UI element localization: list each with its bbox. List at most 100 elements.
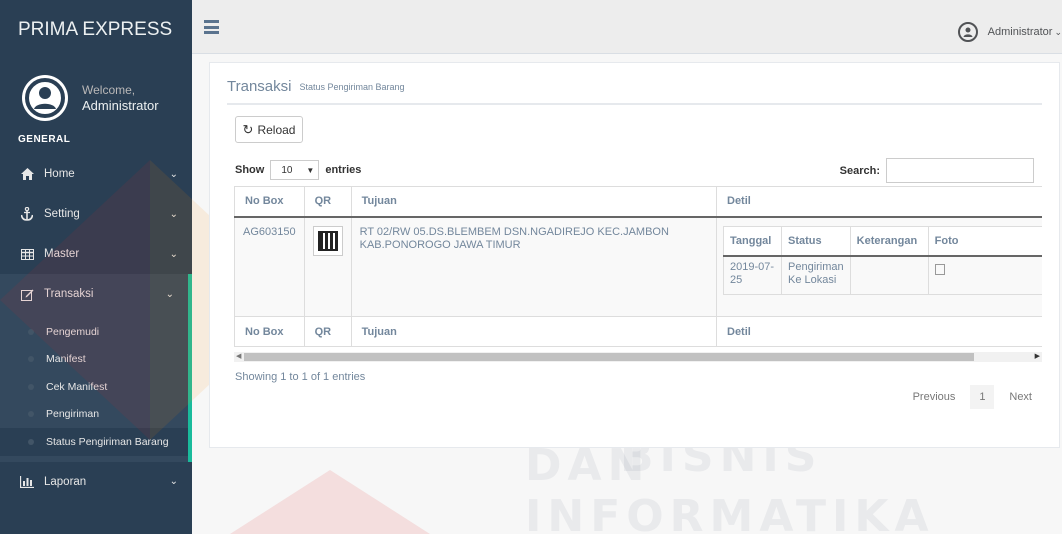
previous-button[interactable]: Previous	[904, 385, 965, 409]
table-icon	[18, 248, 36, 260]
detil-header-keterangan: Keterangan	[849, 225, 929, 257]
column-header-tujuan[interactable]: Tujuan	[350, 186, 718, 218]
brand-title[interactable]: PRIMA EXPRESS	[0, 0, 192, 60]
bar-chart-icon	[18, 475, 36, 488]
panel-header: Transaksi Status Pengiriman Barang	[227, 73, 1042, 105]
user-circle-icon	[25, 78, 65, 118]
refresh-icon: ↻	[242, 121, 254, 137]
entries-label: entries	[325, 164, 362, 176]
detil-header-status: Status	[781, 225, 851, 257]
top-navbar: Administrator ⌄	[192, 0, 1062, 54]
home-icon	[18, 168, 36, 180]
table-footer-row: No Box QR Tujuan Detil	[234, 316, 1042, 347]
profile-username: Administrator	[82, 98, 159, 113]
menu-section-title: GENERAL	[18, 134, 71, 145]
detil-table: Tanggal Status Keterangan Foto 2019-07-2…	[723, 225, 1042, 295]
search-input[interactable]	[886, 158, 1034, 183]
search-label: Search:	[839, 164, 880, 177]
menu-toggle-icon[interactable]	[204, 20, 219, 34]
table-scroll-area[interactable]: No Box QR Tujuan Detil AG603150 RT 02/RW…	[234, 186, 1042, 352]
sidebar-item-transaksi[interactable]: Transaksi ⌄	[0, 274, 192, 314]
sidebar-item-master[interactable]: Master ⌄	[0, 234, 192, 274]
scroll-left-arrow-icon[interactable]: ◀	[236, 352, 241, 360]
sidebar-item-home[interactable]: Home ⌄	[0, 154, 192, 194]
footer-header-qr: QR	[303, 316, 352, 347]
table-row: AG603150 RT 02/RW 05.DS.BLEMBEM DSN.NGAD…	[234, 216, 1042, 317]
detil-header-foto: Foto	[927, 225, 1042, 257]
detil-cell-status: Pengiriman Ke Lokasi	[781, 255, 851, 295]
chevron-down-icon: ⌄	[169, 168, 178, 180]
submenu-label: Status Pengiriman Barang	[46, 435, 169, 448]
sidebar-item-label: Home	[44, 168, 75, 180]
page-1-button[interactable]: 1	[970, 385, 995, 409]
dropdown-arrow-icon: ▼	[306, 165, 315, 175]
footer-header-tujuan: Tujuan	[350, 316, 718, 347]
bullet-icon	[28, 438, 34, 445]
bullet-icon	[28, 411, 34, 418]
column-header-no-box[interactable]: No Box	[234, 186, 305, 218]
sidebar-item-setting[interactable]: Setting ⌄	[0, 194, 192, 234]
anchor-icon	[18, 207, 36, 221]
cell-tujuan: RT 02/RW 05.DS.BLEMBEM DSN.NGADIREJO KEC…	[350, 216, 718, 317]
qr-code-icon[interactable]	[312, 225, 343, 256]
table-info: Showing 1 to 1 of 1 entries	[235, 371, 366, 383]
submenu-item-pengiriman[interactable]: Pengiriman	[0, 401, 188, 429]
chevron-down-icon: ⌄	[169, 248, 178, 260]
edit-icon	[18, 288, 36, 301]
bullet-icon	[28, 383, 34, 390]
welcome-text: Welcome,	[82, 83, 136, 97]
column-header-qr[interactable]: QR	[303, 186, 352, 218]
sidebar-item-label: Setting	[44, 208, 80, 220]
profile-block: Welcome, Administrator	[0, 60, 192, 124]
submenu-item-status-pengiriman[interactable]: Status Pengiriman Barang	[0, 428, 188, 456]
footer-header-detil: Detil	[716, 316, 1042, 347]
reload-label: Reload	[257, 122, 296, 137]
entries-length-control: Show 10 ▼ entries	[235, 160, 361, 180]
cell-detil: Tanggal Status Keterangan Foto 2019-07-2…	[716, 216, 1042, 317]
bullet-icon	[28, 328, 34, 335]
submenu-item-manifest[interactable]: Manifest	[0, 346, 188, 374]
cell-no-box: AG603150	[234, 216, 305, 317]
chevron-down-icon: ⌄	[165, 288, 174, 300]
status-table: No Box QR Tujuan Detil AG603150 RT 02/RW…	[234, 186, 1042, 347]
content-panel: Transaksi Status Pengiriman Barang ↻ Rel…	[209, 62, 1060, 448]
broken-image-icon[interactable]	[934, 264, 945, 275]
submenu-item-cek-manifest[interactable]: Cek Manifest	[0, 373, 188, 401]
detil-header-row: Tanggal Status Keterangan Foto	[723, 225, 1042, 257]
detil-cell-foto	[927, 255, 1042, 295]
detil-header-tanggal: Tanggal	[723, 225, 782, 257]
submenu-label: Cek Manifest	[46, 380, 108, 393]
detil-row: 2019-07-25 Pengiriman Ke Lokasi	[723, 255, 1042, 295]
sidebar-item-label: Master	[44, 248, 80, 260]
detil-cell-keterangan	[849, 255, 929, 295]
pagination: Previous 1 Next	[904, 385, 1041, 409]
sidebar: PRIMA EXPRESS Welcome, Administrator GEN…	[0, 0, 192, 534]
scrollbar-thumb[interactable]	[244, 353, 974, 361]
column-header-detil[interactable]: Detil	[716, 186, 1042, 218]
topbar-username: Administrator	[987, 26, 1053, 38]
entries-select[interactable]: 10 ▼	[270, 160, 320, 180]
reload-button[interactable]: ↻ Reload	[235, 116, 303, 143]
sidebar-item-laporan[interactable]: Laporan ⌄	[0, 462, 192, 502]
show-label: Show	[235, 164, 265, 176]
table-header-row: No Box QR Tujuan Detil	[234, 186, 1042, 218]
page-subtitle: Status Pengiriman Barang	[299, 82, 405, 92]
next-button[interactable]: Next	[1000, 385, 1041, 409]
bullet-icon	[28, 356, 34, 363]
detil-cell-tanggal: 2019-07-25	[723, 255, 782, 295]
scroll-right-arrow-icon[interactable]: ▶	[1035, 352, 1040, 360]
transaksi-submenu: Pengemudi Manifest Cek Manifest Pengirim…	[0, 314, 192, 462]
avatar	[22, 75, 68, 121]
sidebar-item-label: Laporan	[44, 475, 87, 488]
chevron-down-icon: ⌄	[169, 208, 178, 220]
search-control: Search:	[840, 158, 1034, 183]
entries-value: 10	[281, 164, 293, 176]
submenu-item-pengemudi[interactable]: Pengemudi	[0, 318, 188, 346]
footer-header-no-box: No Box	[234, 316, 305, 347]
submenu-label: Manifest	[46, 353, 86, 366]
user-circle-icon	[957, 22, 978, 42]
horizontal-scrollbar[interactable]: ◀ ▶	[234, 352, 1042, 362]
user-dropdown[interactable]: Administrator ⌄	[957, 22, 1062, 42]
chevron-down-icon: ⌄	[1054, 26, 1062, 37]
chevron-down-icon: ⌄	[169, 476, 178, 487]
